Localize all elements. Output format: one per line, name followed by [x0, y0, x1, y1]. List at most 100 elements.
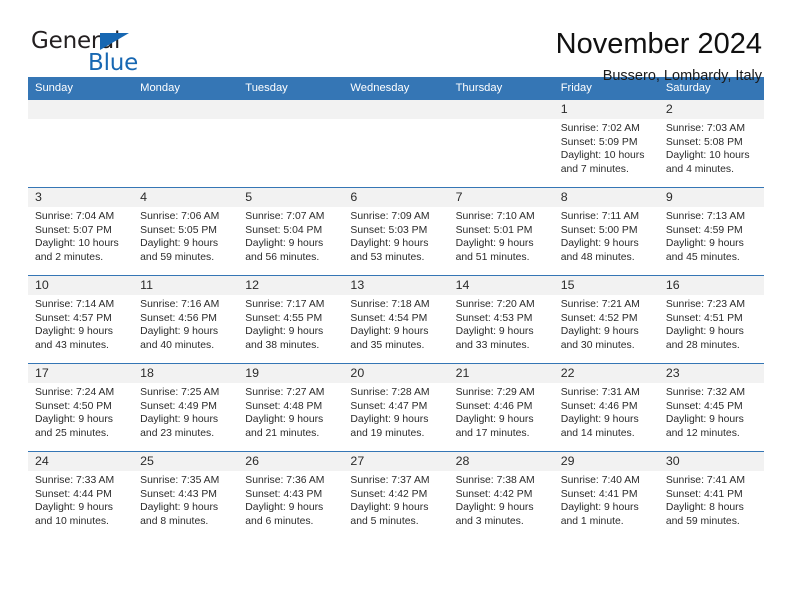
sunset-text: Sunset: 5:05 PM — [140, 224, 217, 236]
calendar-day-cell[interactable]: 14 Sunrise: 7:20 AM Sunset: 4:53 PM Dayligh… — [448, 275, 554, 364]
sunset-text: Sunset: 4:42 PM — [455, 488, 533, 500]
day-details: Sunrise: 7:09 AM Sunset: 5:03 PM Daylight:… — [343, 207, 448, 264]
calendar-day-cell[interactable]: 3 Sunrise: 7:04 AM Sunset: 5:07 PM Daylight… — [28, 187, 134, 276]
calendar-day-cell[interactable]: 24 Sunrise: 7:33 AM Sunset: 4:44 PM Dayligh… — [28, 451, 134, 540]
sunset-text: Sunset: 4:55 PM — [245, 312, 323, 324]
sunset-text: Sunset: 4:59 PM — [665, 224, 743, 236]
calendar-day-cell[interactable]: 11 Sunrise: 7:16 AM Sunset: 4:56 PM Dayligh… — [133, 275, 239, 364]
calendar-body: 1 Sunrise: 7:02 AM Sunset: 5:09 PM Daylight… — [28, 99, 764, 540]
sunset-text: Sunset: 4:57 PM — [35, 312, 112, 324]
sunrise-text: Sunrise: 7:40 AM — [560, 475, 640, 486]
calendar-week-row: 1 Sunrise: 7:02 AM Sunset: 5:09 PM Daylight… — [28, 99, 764, 188]
daylight-text-line1: Daylight: 9 hours — [140, 238, 219, 250]
day-number: 16 — [658, 276, 764, 295]
daylight-text-line2: and 59 minutes. — [140, 251, 215, 263]
daylight-text-line2: and 30 minutes. — [560, 339, 635, 351]
day-details: Sunrise: 7:28 AM Sunset: 4:47 PM Daylight:… — [343, 383, 448, 440]
sunset-text: Sunset: 4:54 PM — [350, 312, 428, 324]
daylight-text-line2: and 28 minutes. — [665, 339, 740, 351]
day-number: 23 — [658, 364, 764, 383]
sunrise-text: Sunrise: 7:07 AM — [245, 211, 325, 222]
sunset-text: Sunset: 5:04 PM — [245, 224, 323, 236]
daylight-text-line1: Daylight: 9 hours — [140, 502, 219, 514]
day-number: 21 — [448, 364, 554, 383]
daylight-text-line1: Daylight: 9 hours — [35, 326, 113, 338]
day-number: 7 — [448, 188, 554, 207]
day-number: 19 — [238, 364, 344, 383]
calendar-day-cell[interactable]: 2 Sunrise: 7:03 AM Sunset: 5:08 PM Daylight… — [658, 99, 764, 188]
daylight-text-line1: Daylight: 9 hours — [560, 414, 639, 426]
daylight-text-line1: Daylight: 9 hours — [455, 326, 534, 338]
calendar-day-cell[interactable]: 19 Sunrise: 7:27 AM Sunset: 4:48 PM Dayligh… — [238, 363, 344, 452]
calendar-day-cell[interactable]: 7 Sunrise: 7:10 AM Sunset: 5:01 PM Daylight… — [448, 187, 554, 276]
calendar-day-cell[interactable]: 20 Sunrise: 7:28 AM Sunset: 4:47 PM Dayligh… — [343, 363, 449, 452]
daylight-text-line2: and 33 minutes. — [455, 339, 530, 351]
calendar-day-cell[interactable]: 18 Sunrise: 7:25 AM Sunset: 4:49 PM Dayligh… — [133, 363, 239, 452]
calendar-day-cell[interactable]: 26 Sunrise: 7:36 AM Sunset: 4:43 PM Dayligh… — [238, 451, 344, 540]
calendar-day-cell[interactable]: 25 Sunrise: 7:35 AM Sunset: 4:43 PM Dayligh… — [133, 451, 239, 540]
day-details: Sunrise: 7:23 AM Sunset: 4:51 PM Daylight:… — [659, 295, 764, 352]
calendar-day-cell[interactable]: 16 Sunrise: 7:23 AM Sunset: 4:51 PM Dayligh… — [658, 275, 764, 364]
day-number: 27 — [343, 452, 449, 471]
calendar-day-cell[interactable]: 13 Sunrise: 7:18 AM Sunset: 4:54 PM Dayligh… — [343, 275, 449, 364]
sunrise-text: Sunrise: 7:41 AM — [665, 475, 745, 486]
sunset-text: Sunset: 4:42 PM — [350, 488, 428, 500]
daylight-text-line1: Daylight: 9 hours — [350, 502, 429, 514]
daylight-text-line1: Daylight: 9 hours — [350, 414, 429, 426]
calendar-day-cell[interactable]: 4 Sunrise: 7:06 AM Sunset: 5:05 PM Daylight… — [133, 187, 239, 276]
day-number: 8 — [553, 188, 659, 207]
day-number: 24 — [28, 452, 134, 471]
calendar-day-cell[interactable]: 10 Sunrise: 7:14 AM Sunset: 4:57 PM Dayligh… — [28, 275, 134, 364]
calendar-day-cell[interactable]: 30 Sunrise: 7:41 AM Sunset: 4:41 PM Dayligh… — [658, 451, 764, 540]
logo-text-blue: Blue — [88, 50, 139, 76]
calendar-day-cell-empty — [133, 99, 239, 188]
sunrise-text: Sunrise: 7:13 AM — [665, 211, 745, 222]
calendar-page: General Blue November 2024 Bussero, Lomb… — [0, 0, 792, 612]
day-details: Sunrise: 7:40 AM Sunset: 4:41 PM Daylight:… — [554, 471, 659, 528]
daylight-text-line1: Daylight: 9 hours — [455, 414, 534, 426]
daylight-text-line2: and 19 minutes. — [350, 427, 425, 439]
calendar-day-cell[interactable]: 15 Sunrise: 7:21 AM Sunset: 4:52 PM Dayligh… — [553, 275, 659, 364]
daylight-text-line1: Daylight: 8 hours — [665, 502, 744, 514]
day-details: Sunrise: 7:21 AM Sunset: 4:52 PM Daylight:… — [554, 295, 659, 352]
sunset-text: Sunset: 5:07 PM — [35, 224, 112, 236]
calendar-day-cell-empty — [238, 99, 344, 188]
calendar-day-cell[interactable]: 21 Sunrise: 7:29 AM Sunset: 4:46 PM Dayligh… — [448, 363, 554, 452]
day-details: Sunrise: 7:13 AM Sunset: 4:59 PM Daylight:… — [659, 207, 764, 264]
daylight-text-line2: and 8 minutes. — [140, 515, 209, 527]
sunset-text: Sunset: 4:51 PM — [665, 312, 743, 324]
day-details: Sunrise: 7:17 AM Sunset: 4:55 PM Daylight:… — [238, 295, 343, 352]
calendar-day-cell[interactable]: 29 Sunrise: 7:40 AM Sunset: 4:41 PM Dayligh… — [553, 451, 659, 540]
sunrise-text: Sunrise: 7:25 AM — [140, 387, 220, 398]
calendar-day-cell[interactable]: 1 Sunrise: 7:02 AM Sunset: 5:09 PM Daylight… — [553, 99, 659, 188]
sunrise-text: Sunrise: 7:10 AM — [455, 211, 535, 222]
sunrise-text: Sunrise: 7:28 AM — [350, 387, 430, 398]
calendar-day-cell[interactable]: 22 Sunrise: 7:31 AM Sunset: 4:46 PM Dayligh… — [553, 363, 659, 452]
general-blue-logo[interactable]: General Blue — [28, 28, 208, 80]
calendar-day-cell[interactable]: 12 Sunrise: 7:17 AM Sunset: 4:55 PM Dayligh… — [238, 275, 344, 364]
sunrise-text: Sunrise: 7:09 AM — [350, 211, 430, 222]
daylight-text-line2: and 45 minutes. — [665, 251, 740, 263]
calendar-day-cell[interactable]: 28 Sunrise: 7:38 AM Sunset: 4:42 PM Dayligh… — [448, 451, 554, 540]
calendar-day-cell[interactable]: 27 Sunrise: 7:37 AM Sunset: 4:42 PM Dayligh… — [343, 451, 449, 540]
calendar-day-cell[interactable]: 17 Sunrise: 7:24 AM Sunset: 4:50 PM Dayligh… — [28, 363, 134, 452]
daylight-text-line1: Daylight: 9 hours — [35, 414, 113, 426]
daylight-text-line2: and 2 minutes. — [35, 251, 104, 263]
day-details: Sunrise: 7:36 AM Sunset: 4:43 PM Daylight:… — [238, 471, 343, 528]
sunset-text: Sunset: 5:01 PM — [455, 224, 533, 236]
day-details: Sunrise: 7:25 AM Sunset: 4:49 PM Daylight:… — [133, 383, 238, 440]
page-title: November 2024 — [555, 28, 762, 60]
daylight-text-line1: Daylight: 9 hours — [245, 326, 324, 338]
calendar-day-cell[interactable]: 23 Sunrise: 7:32 AM Sunset: 4:45 PM Dayligh… — [658, 363, 764, 452]
daylight-text-line2: and 1 minute. — [560, 515, 624, 527]
calendar-day-cell[interactable]: 6 Sunrise: 7:09 AM Sunset: 5:03 PM Daylight… — [343, 187, 449, 276]
day-number: 4 — [133, 188, 239, 207]
day-number: 5 — [238, 188, 344, 207]
calendar-day-cell[interactable]: 9 Sunrise: 7:13 AM Sunset: 4:59 PM Daylight… — [658, 187, 764, 276]
calendar-day-cell[interactable]: 5 Sunrise: 7:07 AM Sunset: 5:04 PM Daylight… — [238, 187, 344, 276]
calendar-day-cell[interactable]: 8 Sunrise: 7:11 AM Sunset: 5:00 PM Daylight… — [553, 187, 659, 276]
day-number: 26 — [238, 452, 344, 471]
daylight-text-line2: and 43 minutes. — [35, 339, 109, 351]
day-number: 25 — [133, 452, 239, 471]
daylight-text-line2: and 7 minutes. — [560, 163, 629, 175]
